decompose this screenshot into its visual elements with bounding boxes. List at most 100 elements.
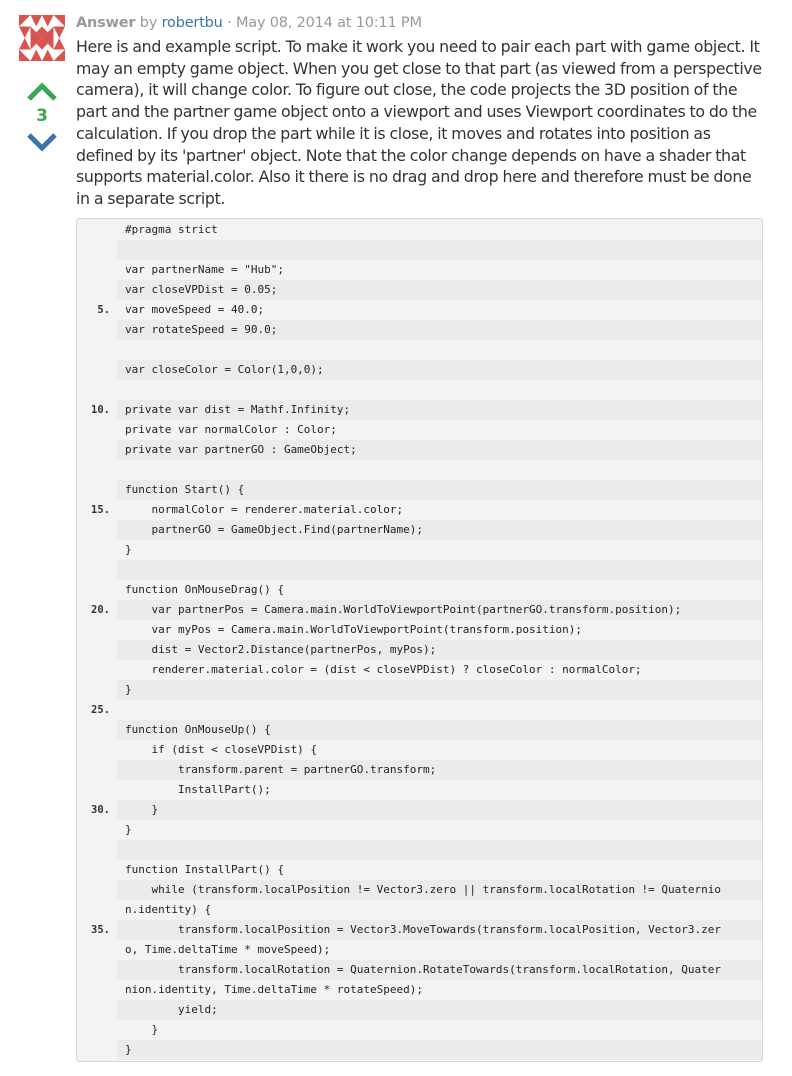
line-number [77, 340, 110, 360]
code-text: private var partnerGO : GameObject; [117, 440, 762, 460]
code-text: } [125, 1023, 159, 1036]
code-line: o, Time.deltaTime * moveSpeed); [77, 940, 762, 960]
line-number [77, 960, 110, 980]
line-number [77, 460, 110, 480]
line-number [77, 640, 110, 660]
code-line: var rotateSpeed = 90.0; [77, 320, 762, 340]
code-text: transform.localRotation = Quaternion.Rot… [117, 960, 762, 980]
code-line: if (dist < closeVPDist) { [77, 740, 762, 760]
code-text: } [125, 823, 132, 836]
code-text: var moveSpeed = 40.0; [125, 303, 265, 316]
line-number [77, 320, 110, 340]
line-number [77, 760, 110, 780]
line-number [77, 280, 110, 300]
line-number [77, 880, 110, 900]
line-number [77, 900, 110, 920]
line-number [77, 780, 110, 800]
code-line: dist = Vector2.Distance(partnerPos, myPo… [77, 640, 762, 660]
vote-panel: 3 [26, 80, 58, 154]
line-number [77, 940, 110, 960]
meta-separator: · [227, 15, 232, 31]
code-text: n.identity) { [125, 903, 212, 916]
code-line [77, 840, 762, 860]
code-text: transform.parent = partnerGO.transform; [117, 760, 762, 780]
by-text: by [139, 15, 158, 31]
code-line [77, 340, 762, 360]
line-number: 25. [91, 704, 110, 716]
code-line: n.identity) { [77, 900, 762, 920]
line-number [77, 620, 110, 640]
code-line: renderer.material.color = (dist < closeV… [77, 660, 762, 680]
code-line: yield; [77, 1000, 762, 1020]
post-meta: Answer by robertbu · May 08, 2014 at 10:… [76, 15, 422, 35]
code-line: var closeVPDist = 0.05; [77, 280, 762, 300]
post-timestamp: May 08, 2014 at 10:11 PM [235, 15, 422, 31]
code-line: function Start() { [77, 480, 762, 500]
code-line: 25. [77, 700, 762, 720]
code-text: function InstallPart() { [125, 863, 284, 876]
code-text: partnerGO = GameObject.Find(partnerName)… [117, 520, 762, 540]
line-number [77, 380, 110, 400]
line-number [77, 360, 110, 380]
line-number [77, 660, 110, 680]
code-text: #pragma strict [125, 223, 218, 236]
code-text: normalColor = renderer.material.color; [125, 503, 404, 516]
line-number: 20. [91, 604, 110, 616]
code-text [117, 560, 762, 580]
vote-up-icon[interactable] [26, 80, 58, 102]
line-number [77, 240, 110, 260]
code-text: function Start() { [117, 480, 762, 500]
code-text: dist = Vector2.Distance(partnerPos, myPo… [117, 640, 762, 660]
code-line: 15. normalColor = renderer.material.colo… [77, 500, 762, 520]
code-line: function OnMouseDrag() { [77, 580, 762, 600]
code-line: transform.localRotation = Quaternion.Rot… [77, 960, 762, 980]
line-number [77, 440, 110, 460]
code-line [77, 380, 762, 400]
code-line: function InstallPart() { [77, 860, 762, 880]
code-line: } [77, 680, 762, 700]
code-text: transform.localPosition = Vector3.MoveTo… [117, 920, 762, 940]
code-text: } [125, 543, 132, 556]
code-block: #pragma strict var partnerName = "Hub"; va… [76, 218, 763, 1062]
line-number [77, 820, 110, 840]
code-line: } [77, 820, 762, 840]
author-link[interactable]: robertbu [162, 15, 223, 31]
code-line: #pragma strict [77, 220, 762, 240]
code-text: renderer.material.color = (dist < closeV… [125, 663, 642, 676]
vote-down-icon[interactable] [26, 132, 58, 154]
line-number: 35. [91, 924, 110, 936]
code-line: transform.parent = partnerGO.transform; [77, 760, 762, 780]
line-number: 10. [91, 404, 110, 416]
code-line: 5. var moveSpeed = 40.0; [77, 300, 762, 320]
code-text: function OnMouseDrag() { [125, 583, 284, 596]
code-line: 10. private var dist = Mathf.Infinity; [77, 400, 762, 420]
code-text: var partnerPos = Camera.main.WorldToView… [117, 600, 762, 620]
answer-label: Answer [76, 15, 136, 31]
code-line: partnerGO = GameObject.Find(partnerName)… [77, 520, 762, 540]
code-text: yield; [117, 1000, 762, 1020]
line-number [77, 580, 110, 600]
avatar[interactable] [19, 15, 65, 61]
code-text: } [117, 800, 762, 820]
code-text: o, Time.deltaTime * moveSpeed); [125, 943, 331, 956]
code-text: private var dist = Mathf.Infinity; [117, 400, 762, 420]
code-line: } [77, 1040, 762, 1060]
code-text: var partnerName = "Hub"; [125, 263, 284, 276]
code-text: private var normalColor : Color; [125, 423, 337, 436]
line-number [77, 420, 110, 440]
line-number [77, 740, 110, 760]
code-line: InstallPart(); [77, 780, 762, 800]
code-line: } [77, 540, 762, 560]
code-line: while (transform.localPosition != Vector… [77, 880, 762, 900]
code-line: var closeColor = Color(1,0,0); [77, 360, 762, 380]
code-line: private var partnerGO : GameObject; [77, 440, 762, 460]
code-line: function OnMouseUp() { [77, 720, 762, 740]
code-text: if (dist < closeVPDist) { [125, 743, 318, 756]
code-text: var closeVPDist = 0.05; [117, 280, 762, 300]
code-line [77, 460, 762, 480]
code-line: 35. transform.localPosition = Vector3.Mo… [77, 920, 762, 940]
code-text: var myPos = Camera.main.WorldToViewportP… [125, 623, 582, 636]
code-text: nion.identity, Time.deltaTime * rotateSp… [125, 983, 424, 996]
